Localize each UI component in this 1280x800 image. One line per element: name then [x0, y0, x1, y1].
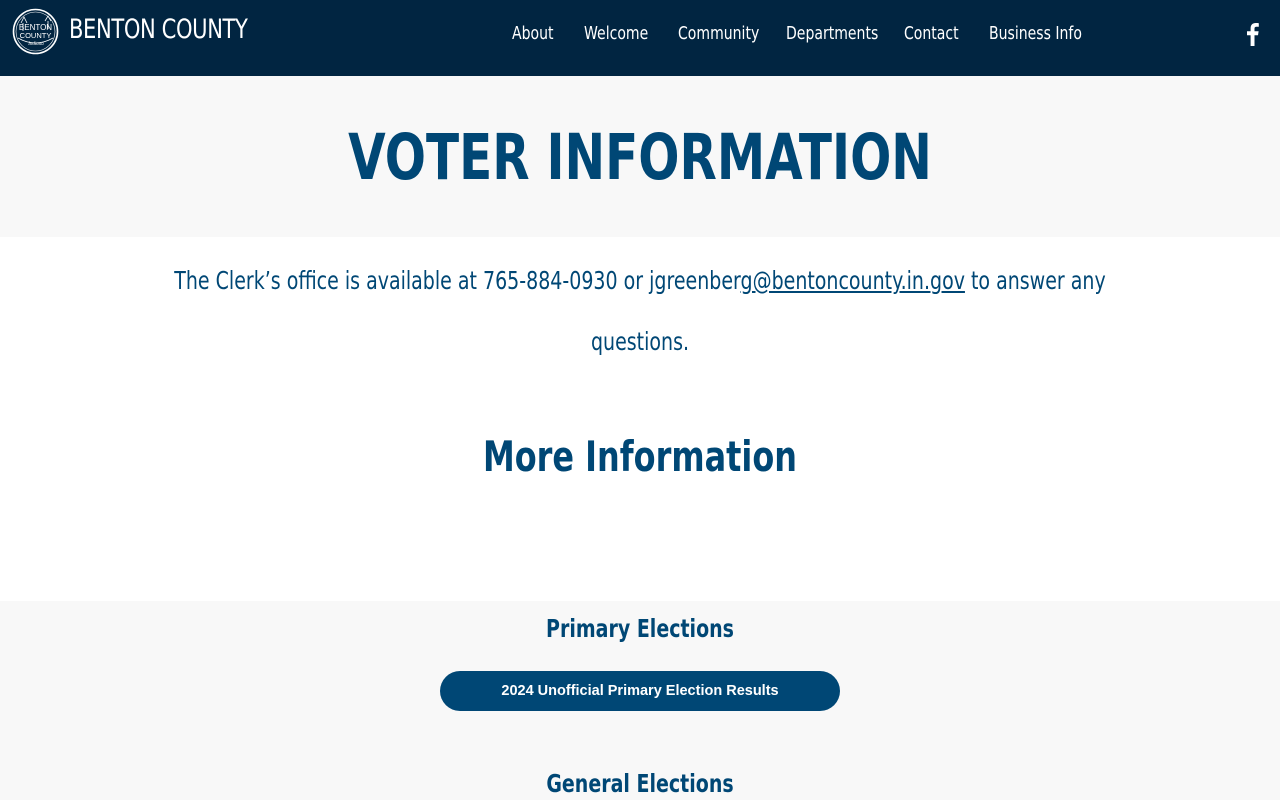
clerk-email-link[interactable]: g@bentoncounty.in.gov: [741, 266, 965, 295]
general-elections-heading: General Elections: [546, 769, 734, 798]
county-seal-logo[interactable]: BENTON COUNTY Indiana: [12, 8, 59, 55]
nav-departments[interactable]: Departments: [786, 23, 878, 44]
facebook-icon[interactable]: [1242, 22, 1262, 46]
nav-contact[interactable]: Contact: [904, 23, 959, 44]
seal-text-3: Indiana: [27, 42, 44, 47]
page-title: VOTER INFORMATION: [348, 121, 932, 194]
contact-line-2: questions.: [590, 327, 690, 356]
contact-prefix: The Clerk’s office is available at 765-8…: [174, 266, 741, 295]
nav-about[interactable]: About: [512, 23, 554, 44]
nav-welcome[interactable]: Welcome: [584, 23, 648, 44]
contact-suffix: to answer any: [964, 266, 1106, 295]
site-header: BENTON COUNTY Indiana BENTON COUNTY Abou…: [0, 0, 1280, 76]
site-name[interactable]: BENTON COUNTY: [69, 14, 248, 45]
primary-elections-heading: Primary Elections: [546, 614, 734, 643]
seal-text-2: COUNTY: [20, 31, 52, 40]
nav-business-info[interactable]: Business Info: [989, 23, 1082, 44]
primary-results-button[interactable]: 2024 Unofficial Primary Election Results: [440, 671, 840, 711]
nav-community[interactable]: Community: [678, 23, 759, 44]
more-information-heading: More Information: [482, 432, 797, 481]
clerk-contact-text: The Clerk’s office is available at 765-8…: [154, 266, 1127, 295]
